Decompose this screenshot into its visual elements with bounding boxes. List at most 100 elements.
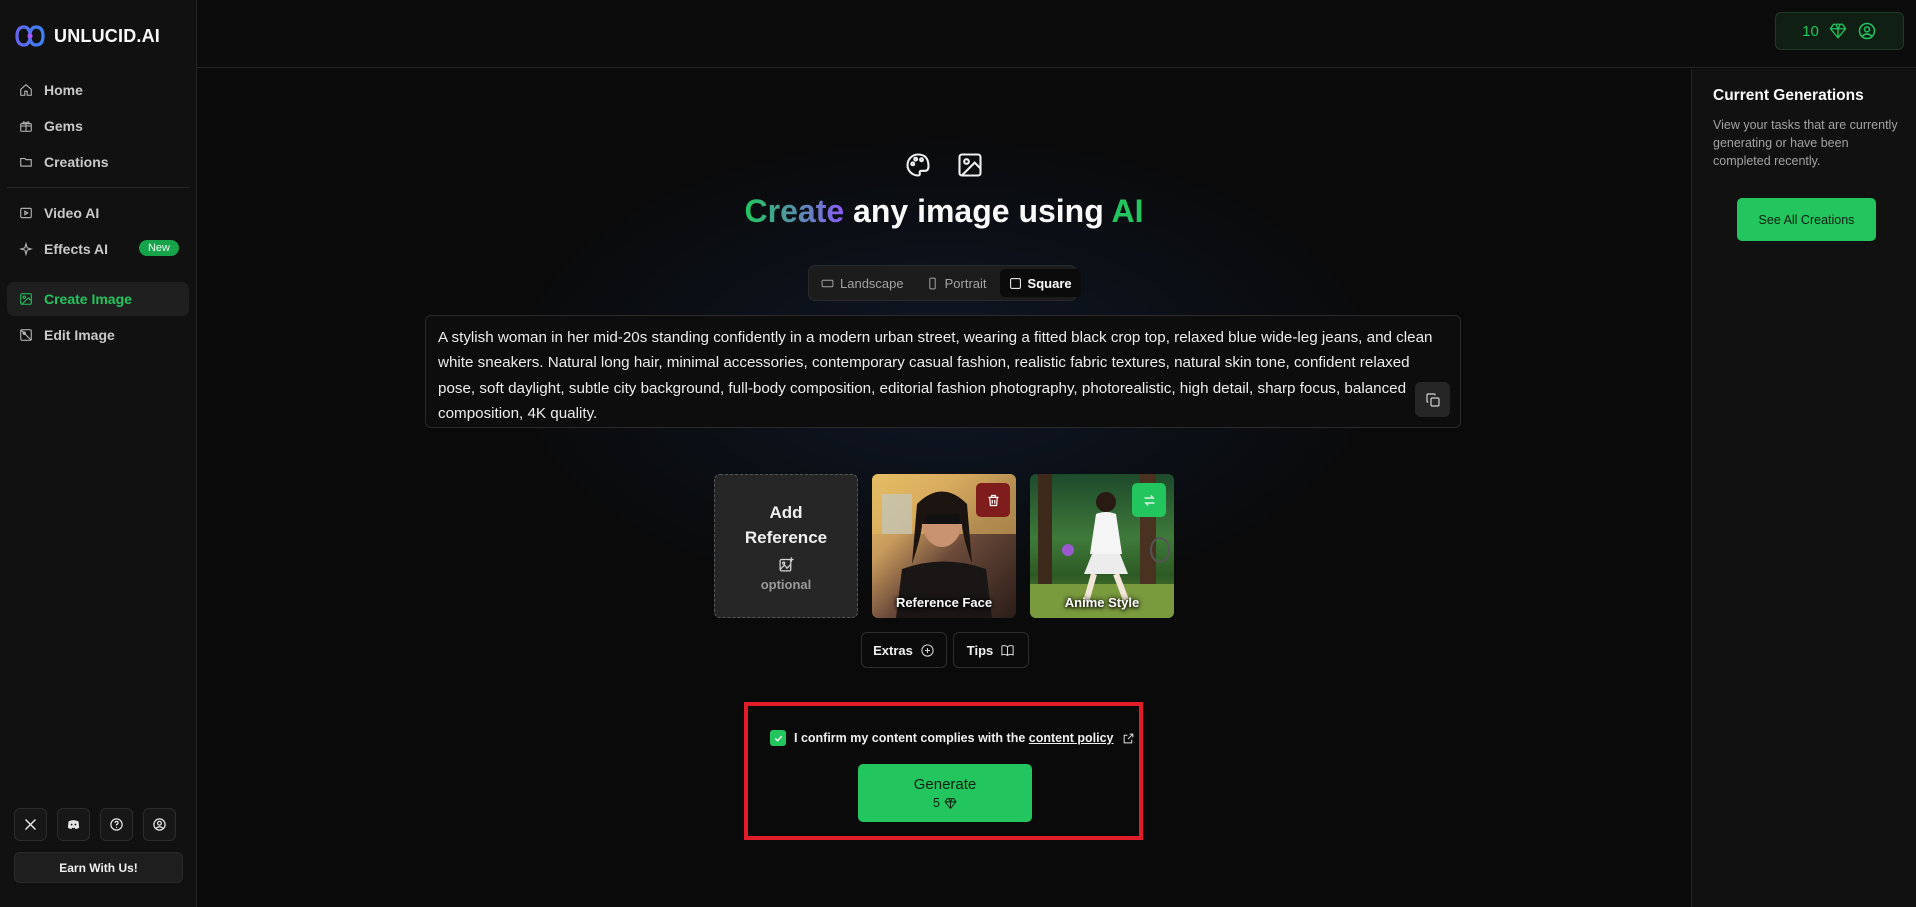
gems-count: 10 [1802,22,1819,40]
confirm-label: I confirm my content complies with the [794,731,1029,745]
aspect-ratio-selector: Landscape Portrait Square [808,265,1081,301]
optional-label: optional [760,577,812,592]
swap-style-button[interactable] [1132,483,1166,517]
gem-icon [1829,23,1847,39]
video-icon [20,207,32,219]
image-add-icon [778,557,794,572]
account-button[interactable] [143,808,176,841]
add-reference-button[interactable]: Add Reference optional [714,474,858,618]
content-policy-link[interactable]: content policy [1029,731,1114,745]
delete-reference-button[interactable] [976,483,1010,517]
check-icon [774,735,782,742]
palette-icon [906,153,930,177]
sidebar-footer: Earn With Us! [14,808,183,883]
square-icon [1009,277,1021,289]
new-badge: New [138,240,179,256]
sidebar-item-label: Home [44,82,83,98]
generate-cost: 5 [933,796,957,810]
image-edit-icon [20,329,32,341]
sidebar-item-label: Effects AI [44,241,109,257]
sidebar-item-effects-ai[interactable]: Effects AI New [7,232,189,266]
gems-balance[interactable]: 10 [1775,12,1904,50]
x-link-button[interactable] [14,808,47,841]
logo-icon [15,25,45,47]
earn-with-us-button[interactable]: Earn With Us! [14,852,183,883]
title-highlight: Create [744,193,845,229]
add-reference-line1: Add [769,503,803,522]
user-icon [153,818,166,831]
app-root: UNLUCID.AI Home Gems Creations Video AI … [0,0,1916,907]
aspect-landscape-button[interactable]: Landscape [812,269,913,297]
generate-cost-value: 5 [933,796,940,810]
gem-icon [944,797,957,809]
portrait-icon [928,277,936,289]
aspect-portrait-button[interactable]: Portrait [917,269,996,297]
sidebar-item-edit-image[interactable]: Edit Image [7,318,189,352]
image-icon [958,153,982,177]
sidebar-item-label: Gems [44,118,83,134]
sidebar-item-label: Creations [44,154,109,170]
generate-button[interactable]: Generate 5 [858,764,1032,822]
aspect-label: Landscape [840,275,904,291]
brand-name: UNLUCID.AI [54,25,160,46]
trash-icon [988,494,998,506]
panel-description: View your tasks that are currently gener… [1713,118,1898,168]
plus-circle-icon [921,643,934,657]
aspect-label: Portrait [944,275,987,291]
add-reference-line2: Reference [744,528,828,547]
sidebar-item-video-ai[interactable]: Video AI [7,196,189,230]
generate-label: Generate [913,776,977,793]
topbar: 10 [197,0,1916,68]
add-reference-title: Add Reference [745,500,827,550]
page-title: Create any image using AI [197,193,1691,230]
copy-prompt-button[interactable] [1415,382,1450,417]
sidebar-divider [7,187,189,188]
sidebar-item-home[interactable]: Home [7,73,189,107]
sidebar-item-creations[interactable]: Creations [7,145,189,179]
title-middle: any image using [844,193,1112,229]
sparkles-icon [19,242,33,256]
confirm-text: I confirm my content complies with the c… [794,731,1114,745]
profile-icon [1858,22,1876,40]
external-link-icon[interactable] [1122,731,1135,745]
sidebar-item-gems[interactable]: Gems [7,109,189,143]
tips-button[interactable]: Tips [953,632,1029,668]
confirm-checkbox[interactable] [770,730,786,746]
discord-icon [67,820,80,830]
aspect-label: Square [1027,275,1072,291]
prompt-text[interactable]: A stylish woman in her mid-20s standing … [438,325,1448,426]
prompt-input[interactable]: A stylish woman in her mid-20s standing … [425,315,1461,428]
sidebar-item-create-image[interactable]: Create Image [7,282,189,316]
sidebar-item-label: Edit Image [44,327,115,343]
extras-label: Extras [873,642,913,658]
current-generations-panel: Current Generations View your tasks that… [1691,69,1916,907]
tips-label: Tips [966,642,994,658]
anime-style-card[interactable]: Anime Style [1030,474,1174,618]
sidebar-item-label: Video AI [44,205,100,221]
main-content: Create any image using AI Landscape Port… [197,69,1691,907]
generate-section-highlight: I confirm my content complies with the c… [744,702,1143,840]
x-icon [24,818,37,831]
sidebar: UNLUCID.AI Home Gems Creations Video AI … [0,0,197,907]
book-icon [1001,644,1014,656]
extras-button[interactable]: Extras [861,632,947,668]
copy-icon [1425,392,1440,407]
sidebar-item-label: Create Image [44,291,132,307]
title-ai: AI [1111,193,1144,229]
landscape-icon [821,279,834,287]
social-links [14,808,183,841]
aspect-square-button[interactable]: Square [999,269,1081,297]
gift-icon [20,121,32,132]
hero-icons [197,151,1691,179]
content-policy-confirmation: I confirm my content complies with the c… [770,730,1135,746]
image-plus-icon [20,293,32,305]
reference-card-label: Anime Style [1064,595,1140,610]
see-all-creations-button[interactable]: See All Creations [1737,198,1876,241]
reference-face-card[interactable]: Reference Face [872,474,1016,618]
help-button[interactable] [100,808,133,841]
discord-link-button[interactable] [57,808,90,841]
brand[interactable]: UNLUCID.AI [15,25,160,47]
folder-icon [20,157,32,167]
home-icon [20,84,32,96]
reference-card-label: Reference Face [895,595,993,610]
